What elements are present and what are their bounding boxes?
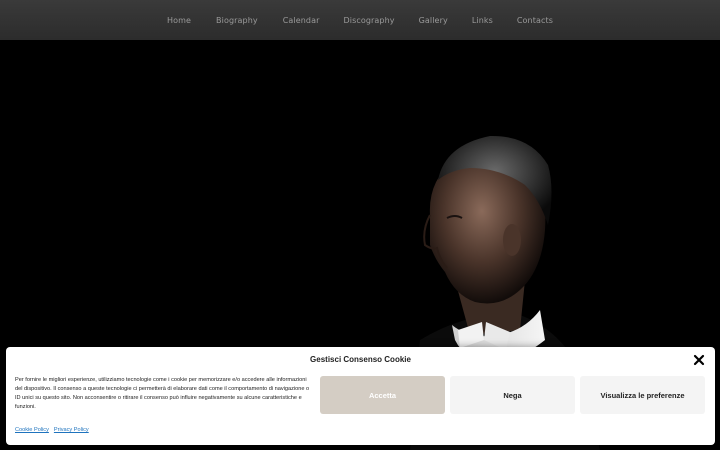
privacy-policy-link[interactable]: Privacy Policy (54, 427, 89, 433)
cookie-description: Per fornire le migliori esperienze, util… (15, 377, 310, 410)
accept-button[interactable]: Accetta (320, 376, 445, 414)
close-icon[interactable] (693, 353, 705, 366)
cookie-title: Gestisci Consenso Cookie (310, 355, 411, 364)
nav-item-links[interactable]: Links (460, 16, 505, 25)
cookie-links: Cookie Policy Privacy Policy (15, 427, 89, 433)
view-preferences-button[interactable]: Visualizza le preferenze (580, 376, 705, 414)
nav-item-discography[interactable]: Discography (332, 16, 407, 25)
cookie-policy-link[interactable]: Cookie Policy (15, 427, 49, 433)
nav-item-home[interactable]: Home (155, 16, 203, 25)
nav-item-contacts[interactable]: Contacts (505, 16, 565, 25)
cookie-consent-banner: Gestisci Consenso Cookie Per fornire le … (6, 347, 715, 445)
nav-item-gallery[interactable]: Gallery (407, 16, 460, 25)
deny-button[interactable]: Nega (450, 376, 575, 414)
nav-item-calendar[interactable]: Calendar (271, 16, 332, 25)
main-nav: Home Biography Calendar Discography Gall… (0, 0, 720, 40)
nav-item-biography[interactable]: Biography (204, 16, 270, 25)
